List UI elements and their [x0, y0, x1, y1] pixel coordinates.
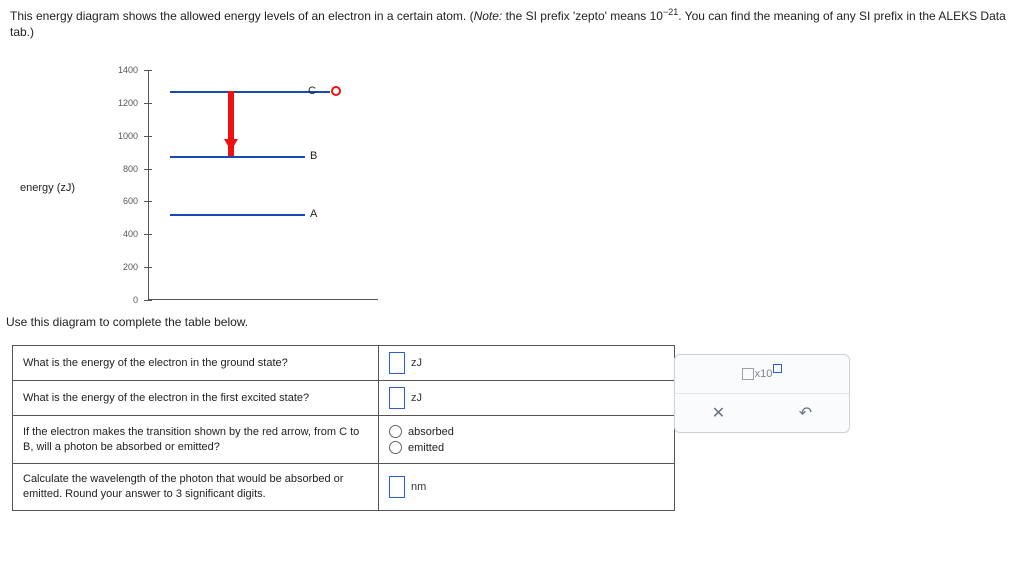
q3-option-absorbed[interactable]: absorbed: [389, 425, 664, 438]
intro-exponent: −21: [663, 7, 678, 17]
intro-note-body: the SI prefix 'zepto' means 10: [502, 9, 663, 23]
level-C-label: C: [308, 85, 316, 97]
tick-1400: 1400: [118, 65, 138, 75]
tick-1200: 1200: [118, 98, 138, 108]
electron-icon: [331, 86, 341, 96]
transition-arrow: [228, 91, 234, 157]
clear-button[interactable]: ✕: [675, 394, 762, 432]
tick-600: 600: [123, 196, 138, 206]
radio-icon: [389, 441, 402, 454]
q2-text: What is the energy of the electron in th…: [13, 381, 379, 416]
reset-button[interactable]: ↶: [762, 394, 849, 432]
box-icon: [742, 368, 754, 380]
level-A-label: A: [310, 208, 317, 220]
q2-input[interactable]: [389, 387, 405, 409]
q1-text: What is the energy of the electron in th…: [13, 346, 379, 381]
q3-option-emitted[interactable]: emitted: [389, 441, 664, 454]
radio-icon: [389, 425, 402, 438]
exponent-box-icon: [773, 364, 782, 373]
q3-text: If the electron makes the transition sho…: [13, 416, 379, 464]
q2-unit: zJ: [411, 392, 422, 404]
intro-text: This energy diagram shows the allowed en…: [10, 6, 1014, 40]
x-axis: [148, 299, 378, 300]
q1-input[interactable]: [389, 352, 405, 374]
close-icon: ✕: [712, 403, 725, 423]
undo-icon: ↶: [799, 403, 812, 423]
q4-input[interactable]: [389, 476, 405, 498]
q4-text: Calculate the wavelength of the photon t…: [13, 464, 379, 511]
y-axis: [148, 70, 149, 300]
question-table: What is the energy of the electron in th…: [12, 345, 675, 511]
y-axis-label: energy (zJ): [20, 182, 75, 194]
q1-unit: zJ: [411, 357, 422, 369]
axes: 0 200 400 600 800 1000 1200 1400 A B C: [148, 70, 378, 300]
level-C: [170, 91, 330, 93]
table-prompt: Use this diagram to complete the table b…: [6, 315, 248, 329]
energy-diagram: energy (zJ) 0 200 400 600 800 1000 1200 …: [20, 62, 400, 322]
level-B-label: B: [310, 150, 317, 162]
intro-note-label: Note:: [474, 9, 503, 23]
tool-palette: x10 ✕ ↶: [674, 354, 850, 433]
tick-800: 800: [123, 164, 138, 174]
tick-200: 200: [123, 262, 138, 272]
level-A: [170, 214, 305, 216]
intro-pre: This energy diagram shows the allowed en…: [10, 9, 474, 23]
tick-400: 400: [123, 229, 138, 239]
tick-0: 0: [133, 295, 138, 305]
tick-1000: 1000: [118, 131, 138, 141]
q4-unit: nm: [411, 481, 426, 493]
sci-notation-button[interactable]: x10: [675, 355, 849, 393]
